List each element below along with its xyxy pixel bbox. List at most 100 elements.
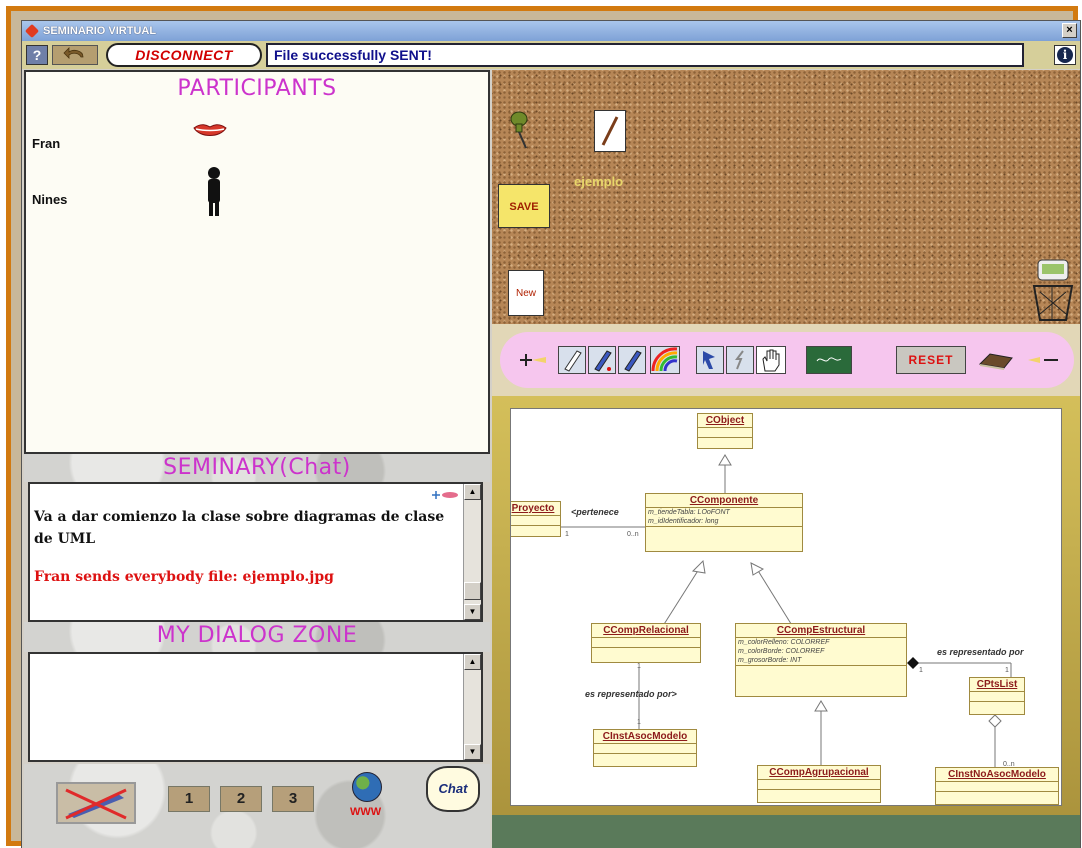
dialog-input[interactable]: ▲ ▼ [28, 652, 483, 762]
file-corkboard: ejemplo SAVE New [492, 70, 1080, 324]
zoom-in-icon[interactable] [518, 352, 548, 368]
info-button[interactable]: i [1054, 45, 1076, 65]
help-button[interactable]: ? [26, 45, 48, 65]
reset-button[interactable]: RESET [896, 346, 966, 374]
close-button[interactable]: × [1062, 23, 1077, 38]
uml-section [736, 666, 906, 696]
multiplicity-label: 1 [1005, 667, 1009, 674]
pointer-grey-icon[interactable] [726, 346, 754, 374]
chat-log[interactable]: Va a dar comienzo la clase sobre diagram… [28, 482, 483, 622]
bottom-bar: 1 2 3 WWW Chat [24, 764, 490, 848]
page-3-button[interactable]: 3 [272, 786, 314, 812]
new-document-button[interactable]: New [508, 270, 544, 316]
scroll-down-arrow-icon[interactable]: ▼ [464, 604, 481, 620]
chat-message: Fran sends everybody file: ejemplo.jpg [34, 569, 334, 585]
participant-name[interactable]: Nines [32, 192, 67, 207]
pointer-icon[interactable] [696, 346, 724, 374]
top-toolbar: ? DISCONNECT File successfully SENT! i [22, 41, 1080, 69]
uml-section [758, 790, 880, 802]
file-label[interactable]: ejemplo [574, 174, 623, 189]
multiplicity-label: 1 [637, 719, 641, 726]
uml-section [936, 792, 1058, 804]
chat-header: SEMINARY(Chat) [24, 454, 490, 482]
participant-name[interactable]: Fran [32, 136, 60, 151]
hand-icon[interactable] [756, 346, 786, 374]
uml-class-name: Proyecto [511, 502, 560, 516]
pen-on-document-icon [601, 116, 619, 146]
uml-section [592, 638, 700, 648]
uml-section [592, 648, 700, 662]
uml-class-cobject[interactable]: CObject [697, 413, 753, 449]
blackboard-icon[interactable] [806, 346, 852, 374]
pen-blue-icon[interactable] [618, 346, 646, 374]
status-message: File successfully SENT! [266, 43, 1024, 67]
association-label: <pertenece [571, 507, 619, 517]
tool-pill: RESET [500, 332, 1074, 388]
chat-heading: SEMINARY(Chat) [163, 455, 351, 480]
uml-class-ccomprelacional[interactable]: CCompRelacional [591, 623, 701, 663]
pencil-icon[interactable] [558, 346, 586, 374]
multiplicity-label: 0..n [1003, 761, 1015, 768]
pushpin-icon[interactable] [508, 110, 530, 150]
document-icon[interactable] [594, 110, 626, 152]
uml-class-cptslist[interactable]: CPtsList [969, 677, 1025, 715]
uml-section [511, 526, 560, 536]
zoom-in-icon[interactable] [430, 490, 460, 500]
drawing-toolbar: RESET [492, 324, 1080, 396]
page-2-button[interactable]: 2 [220, 786, 262, 812]
disable-writing-button[interactable] [56, 782, 136, 824]
window-frame: SEMINARIO VIRTUAL × ? DISCONNECT File su… [6, 6, 1081, 848]
whiteboard-canvas[interactable]: CObject Proyecto CComponente m_tiendeTab… [510, 408, 1062, 806]
www-label[interactable]: WWW [350, 806, 381, 818]
pen-red-icon[interactable] [588, 346, 616, 374]
participants-heading: PARTICIPANTS [177, 76, 337, 101]
uml-class-name: CPtsList [970, 678, 1024, 692]
disconnect-button[interactable]: DISCONNECT [106, 43, 262, 67]
whiteboard-tray [492, 815, 1080, 848]
participants-panel: PARTICIPANTS Fran Nines [24, 70, 490, 454]
uml-section [936, 782, 1058, 792]
title-bar: SEMINARIO VIRTUAL × [22, 21, 1080, 41]
multiplicity-label: 0..n [627, 531, 639, 538]
dialog-scrollbar[interactable]: ▲ ▼ [463, 654, 481, 760]
uml-attribute: m_colorRelleno: COLORREF [738, 639, 830, 646]
scroll-up-arrow-icon[interactable]: ▲ [464, 484, 481, 500]
page-1-button[interactable]: 1 [168, 786, 210, 812]
wastebasket-icon[interactable] [1032, 256, 1074, 322]
save-folder-button[interactable]: SAVE [498, 184, 550, 228]
color-palette-icon[interactable] [650, 346, 680, 374]
scroll-down-arrow-icon[interactable]: ▼ [464, 744, 481, 760]
chat-button[interactable]: Chat [426, 766, 480, 812]
undo-arrow-icon [63, 47, 84, 59]
multiplicity-label: 1 [637, 663, 641, 670]
chat-scrollbar[interactable]: ▲ ▼ [463, 484, 481, 620]
lips-icon [193, 124, 227, 136]
uml-attribute: m_grosorBorde: INT [736, 656, 906, 666]
eraser-icon[interactable] [976, 350, 1016, 370]
scroll-up-arrow-icon[interactable]: ▲ [464, 654, 481, 670]
uml-class-name: CInstAsocModelo [594, 730, 696, 744]
globe-icon[interactable] [352, 772, 382, 802]
uml-section [511, 516, 560, 526]
person-silhouette-icon [208, 167, 220, 216]
zoom-out-icon[interactable] [1026, 352, 1060, 368]
uml-class-cinstasocmodelo[interactable]: CInstAsocModelo [593, 729, 697, 767]
uml-class-ccompagrupacional[interactable]: CCompAgrupacional [757, 765, 881, 803]
dialog-header: MY DIALOG ZONE [24, 622, 490, 652]
uml-class-ccomponente[interactable]: CComponente m_tiendeTabla: LOoFONT m_idI… [645, 493, 803, 552]
uml-class-ccompestructural[interactable]: CCompEstructural m_colorRelleno: COLORRE… [735, 623, 907, 697]
uml-section [646, 527, 802, 551]
scroll-thumb[interactable] [464, 582, 481, 600]
undo-button[interactable] [52, 45, 98, 65]
uml-class-name: CComponente [646, 494, 802, 508]
uml-class-proyecto[interactable]: Proyecto [511, 501, 561, 537]
uml-attribute: m_tiendeTabla: LOoFONT [648, 509, 730, 516]
dialog-heading: MY DIALOG ZONE [156, 623, 358, 648]
uml-section [970, 702, 1024, 714]
uml-attribute: m_colorBorde: COLORREF [738, 648, 825, 655]
info-icon: i [1057, 47, 1073, 63]
uml-class-cinstnoasocmodelo[interactable]: CInstNoAsocModelo [935, 767, 1059, 805]
uml-section [594, 754, 696, 766]
uml-class-name: CCompAgrupacional [758, 766, 880, 780]
uml-attribute: m_idIdentificador: long [646, 517, 802, 527]
